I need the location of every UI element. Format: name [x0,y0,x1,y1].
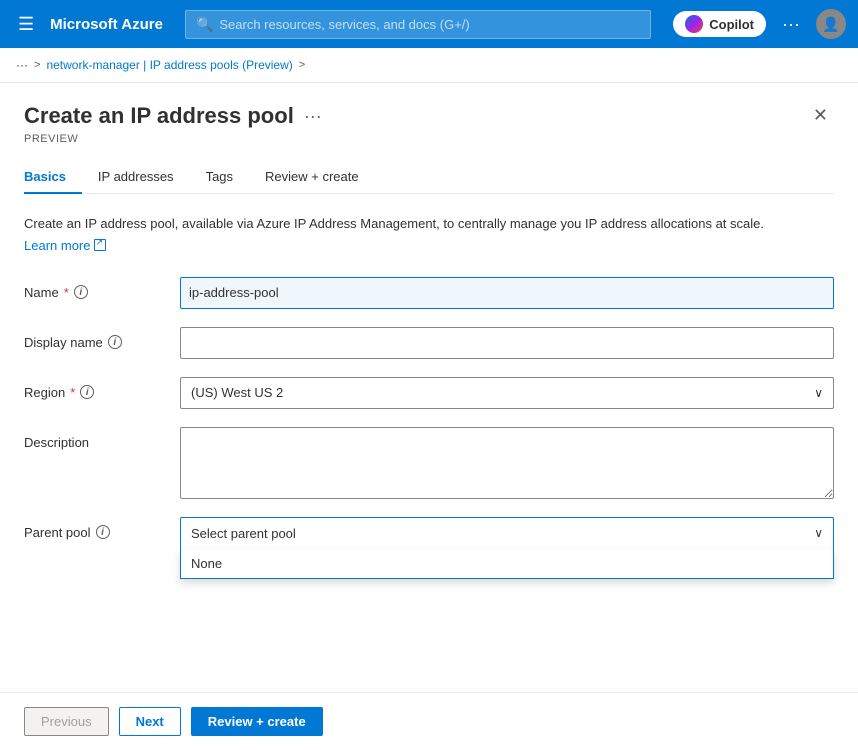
name-info-icon[interactable]: i [74,285,88,299]
footer: Previous Next Review + create [0,692,858,750]
region-selected-value: (US) West US 2 [191,385,283,400]
form-row-parent-pool: Parent pool i Select parent pool ∨ None [24,517,834,549]
tab-ip-addresses[interactable]: IP addresses [82,161,190,194]
region-label: Region * i [24,377,164,400]
region-info-icon[interactable]: i [80,385,94,399]
parent-pool-info-icon[interactable]: i [96,525,110,539]
breadcrumb: ··· > network-manager | IP address pools… [0,48,858,83]
display-name-input[interactable] [180,327,834,359]
search-icon: 🔍 [196,16,213,33]
breadcrumb-dots[interactable]: ··· [16,58,28,72]
parent-pool-placeholder: Select parent pool [191,526,296,541]
description-input[interactable] [180,427,834,499]
description-text: Create an IP address pool, available via… [24,214,834,234]
topbar-more-button[interactable]: ··· [776,10,806,39]
tab-review-create[interactable]: Review + create [249,161,375,194]
breadcrumb-sep-1: > [34,59,40,71]
page-header: Create an IP address pool ··· ✕ [24,103,834,129]
copilot-label: Copilot [709,17,754,32]
parent-pool-dropdown[interactable]: Select parent pool ∨ [180,517,834,549]
next-button[interactable]: Next [119,707,181,736]
topbar: ☰ Microsoft Azure 🔍 Copilot ··· 👤 [0,0,858,48]
page-title-area: Create an IP address pool ··· [24,103,322,129]
form-row-display-name: Display name i [24,327,834,359]
region-chevron-icon: ∨ [814,386,823,400]
name-input[interactable] [180,277,834,309]
review-create-button[interactable]: Review + create [191,707,323,736]
azure-logo: Microsoft Azure [50,16,163,33]
search-bar[interactable]: 🔍 [185,10,651,39]
form-row-name: Name * i [24,277,834,309]
region-dropdown[interactable]: (US) West US 2 ∨ [180,377,834,409]
copilot-icon [685,15,703,33]
region-required-star: * [70,385,75,400]
breadcrumb-sep-2: > [299,59,305,71]
page-title-more[interactable]: ··· [304,106,322,127]
user-avatar[interactable]: 👤 [816,9,846,39]
display-name-label: Display name i [24,327,164,350]
page-preview-label: PREVIEW [24,133,834,145]
parent-pool-option-none[interactable]: None [181,549,833,578]
parent-pool-chevron-icon: ∨ [814,526,823,540]
close-button[interactable]: ✕ [807,103,834,128]
hamburger-menu[interactable]: ☰ [12,10,40,39]
page-container: Create an IP address pool ··· ✕ PREVIEW … [0,83,858,745]
display-name-info-icon[interactable]: i [108,335,122,349]
copilot-button[interactable]: Copilot [673,11,766,37]
description-label: Description [24,427,164,450]
page-title: Create an IP address pool [24,103,294,129]
learn-more-link[interactable]: Learn more [24,238,90,253]
name-label: Name * i [24,277,164,300]
avatar-icon: 👤 [822,16,839,33]
parent-pool-label: Parent pool i [24,517,164,540]
parent-pool-dropdown-wrapper: Select parent pool ∨ None [180,517,834,549]
external-link-icon [94,239,106,251]
form-row-region: Region * i (US) West US 2 ∨ [24,377,834,409]
name-required-star: * [64,285,69,300]
search-input[interactable] [219,17,640,32]
breadcrumb-network-manager[interactable]: network-manager | IP address pools (Prev… [46,58,292,72]
tab-basics[interactable]: Basics [24,161,82,194]
region-dropdown-wrapper: (US) West US 2 ∨ [180,377,834,409]
form-row-description: Description [24,427,834,499]
form-section: Name * i Display name i Region * i (U [24,277,834,549]
learn-more-row: Learn more [24,238,834,253]
tab-bar: Basics IP addresses Tags Review + create [24,161,834,194]
previous-button: Previous [24,707,109,736]
tab-tags[interactable]: Tags [190,161,249,194]
parent-pool-dropdown-menu: None [180,549,834,579]
